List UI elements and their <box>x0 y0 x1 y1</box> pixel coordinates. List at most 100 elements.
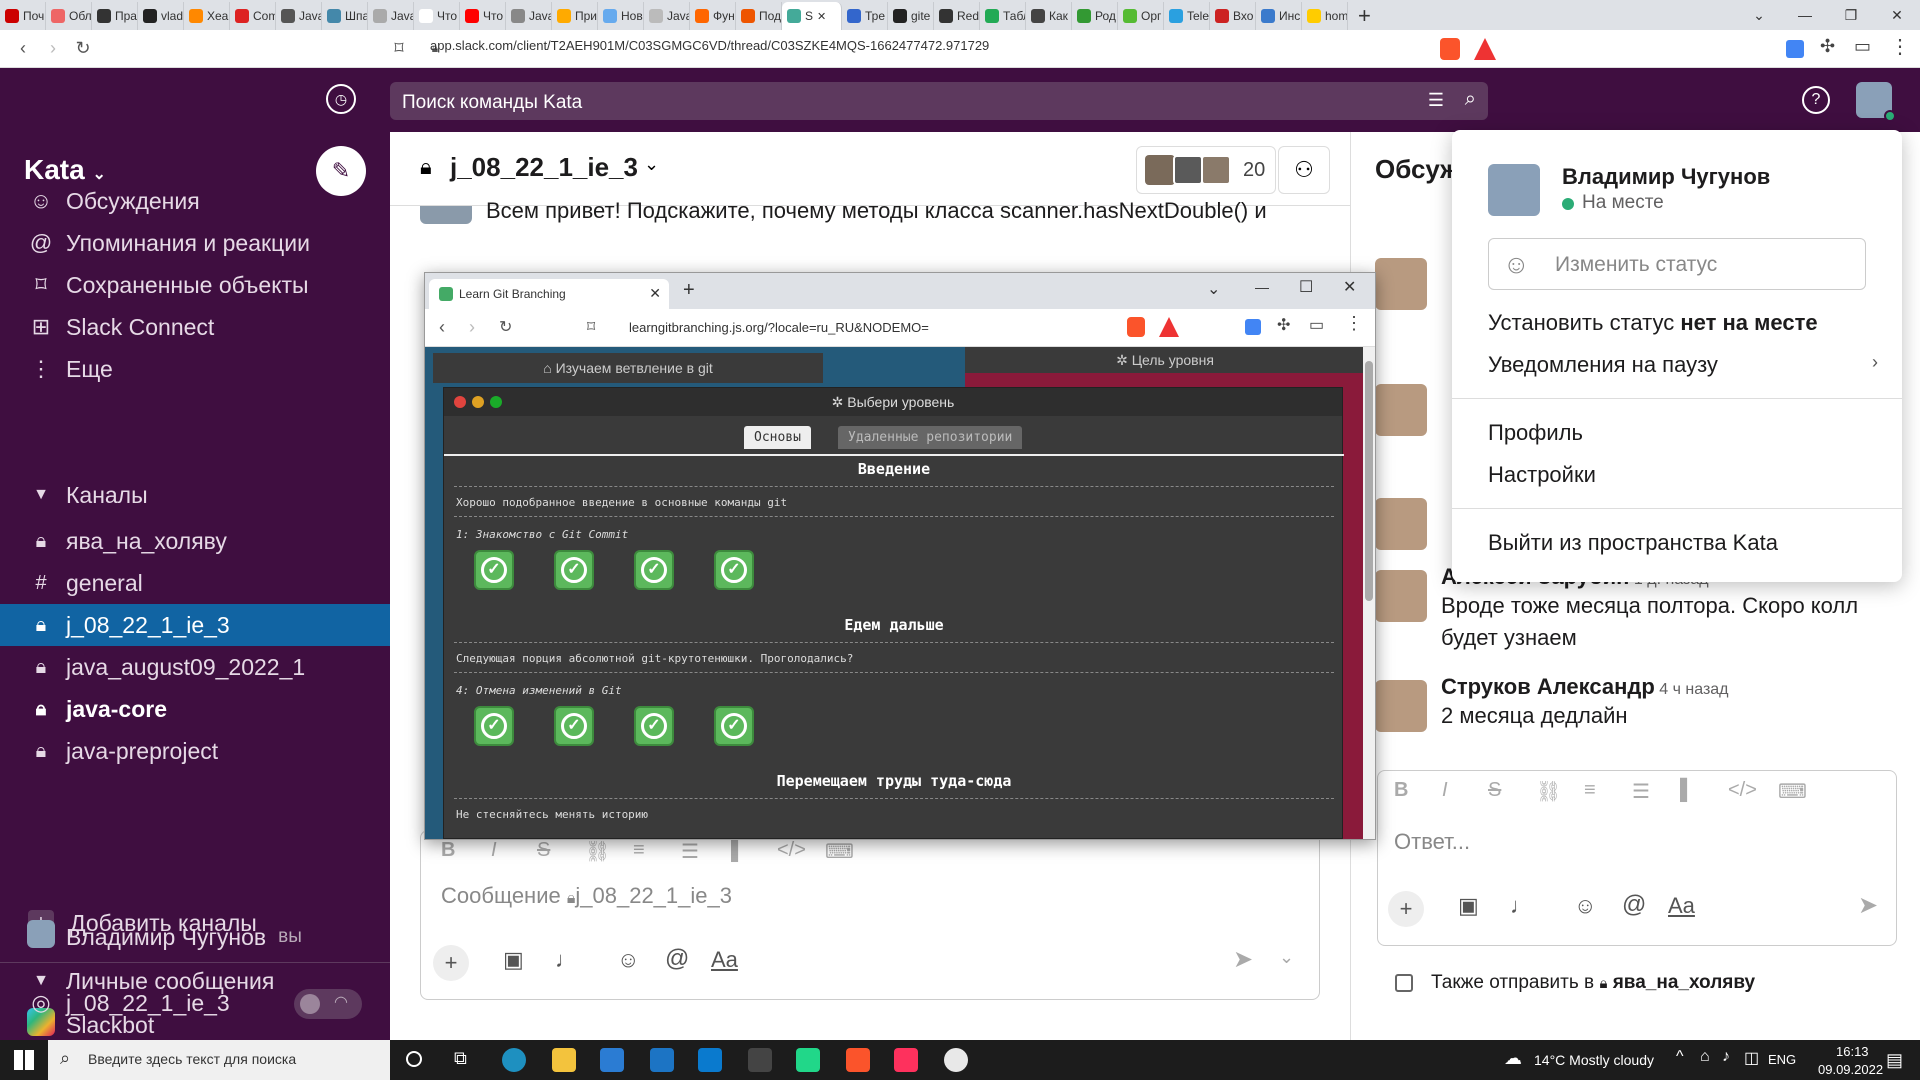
mention-icon[interactable]: @ <box>1622 891 1646 919</box>
tab-list-icon[interactable]: ⌄ <box>1207 279 1220 299</box>
menu-icon[interactable]: ⋮ <box>1345 313 1363 334</box>
weather-text[interactable]: 14°C Mostly cloudy <box>1534 1052 1654 1068</box>
translate-icon[interactable] <box>1786 40 1804 58</box>
level-complete-button[interactable]: ✓ <box>474 550 514 590</box>
level-complete-button[interactable]: ✓ <box>554 550 594 590</box>
settings-item[interactable]: Настройки <box>1488 462 1596 488</box>
level-complete-button[interactable]: ✓ <box>634 550 674 590</box>
vscode-icon[interactable] <box>698 1048 722 1072</box>
browser-tab[interactable]: gite <box>888 2 934 30</box>
store-icon[interactable] <box>600 1048 624 1072</box>
browser-tab[interactable]: Под <box>736 2 782 30</box>
maximize-button[interactable]: ❐ <box>1828 0 1874 30</box>
sidebar-channel[interactable]: 🔒︎ java_august09_2022_1 <box>0 646 390 688</box>
tab-basics[interactable]: Основы <box>744 426 811 449</box>
new-tab-button[interactable]: + <box>683 279 695 302</box>
browser-tab[interactable]: Тре <box>842 2 888 30</box>
emoji-icon[interactable]: ☺ <box>617 947 639 973</box>
strike-icon[interactable]: S <box>537 839 550 862</box>
format-icon[interactable]: Aa <box>1668 893 1695 919</box>
code-block-icon[interactable]: ⌨ <box>1778 779 1807 804</box>
scrollbar-thumb[interactable] <box>1365 361 1373 601</box>
close-tab-icon[interactable]: ✕ <box>817 10 826 23</box>
link-icon[interactable]: ⛓ <box>585 839 610 864</box>
italic-icon[interactable]: I <box>491 839 497 862</box>
emoji-icon[interactable]: ☺ <box>1574 893 1596 919</box>
action-center-icon[interactable]: ▤ <box>1886 1050 1903 1071</box>
taskbar-search[interactable]: ⌕ Введите здесь текст для поиска <box>48 1040 390 1080</box>
chevron-down-icon[interactable]: ⌄ <box>1279 947 1294 968</box>
browser-tab[interactable]: Пра <box>92 2 138 30</box>
maximize-dot[interactable] <box>490 396 502 408</box>
browser-tab[interactable]: Red <box>934 2 980 30</box>
sidebar-channel[interactable]: 🔒︎ ява_на_холяву <box>0 520 390 562</box>
message-time[interactable]: 4 ч назад <box>1659 681 1728 698</box>
huddle-bar[interactable]: ◎ j_08_22_1_ie_3 ◠ <box>0 982 390 1024</box>
sidebar-nav-item[interactable]: ☺ Обсуждения <box>0 180 390 222</box>
browser-tab[interactable]: Шпа <box>322 2 368 30</box>
members-button[interactable]: 20 <box>1136 146 1276 194</box>
browser-tab[interactable]: Что <box>460 2 506 30</box>
tab-remote[interactable]: Удаленные репозитории <box>838 426 1023 449</box>
extensions-icon[interactable]: ✣ <box>1820 36 1835 57</box>
change-status-input[interactable]: ☺ Изменить статус <box>1488 238 1866 290</box>
level-complete-button[interactable]: ✓ <box>554 706 594 746</box>
browser-tab[interactable]: Хеа <box>184 2 230 30</box>
popup-url[interactable]: learngitbranching.js.org/?locale=ru_RU&N… <box>629 320 929 335</box>
close-window-button[interactable]: ✕ <box>1343 277 1356 297</box>
add-member-button[interactable]: ⚇ <box>1278 146 1330 194</box>
pause-notifications-item[interactable]: Уведомления на паузу › <box>1488 352 1878 378</box>
translate-icon[interactable] <box>1245 319 1261 335</box>
notification-center-icon[interactable]: ◫ <box>1744 1048 1759 1068</box>
browser-tab[interactable]: hom <box>1302 2 1348 30</box>
code-icon[interactable]: </> <box>777 839 806 862</box>
browser-tab[interactable]: Фун <box>690 2 736 30</box>
bold-icon[interactable]: B <box>441 839 455 862</box>
browser-tab[interactable]: Инс <box>1256 2 1302 30</box>
signout-item[interactable]: Выйти из пространства Kata <box>1488 530 1778 556</box>
mail-icon[interactable] <box>650 1048 674 1072</box>
browser-tab[interactable]: Нов <box>598 2 644 30</box>
scrollbar-track[interactable] <box>1363 347 1375 839</box>
edge-icon[interactable] <box>502 1048 526 1072</box>
attach-button[interactable]: + <box>1388 891 1424 927</box>
close-dot[interactable] <box>454 396 466 408</box>
bold-icon[interactable]: B <box>1394 779 1408 802</box>
brave-icon[interactable] <box>846 1048 870 1072</box>
sidebar-channel[interactable]: 🔒︎ j_08_22_1_ie_3 <box>0 604 390 646</box>
language-indicator[interactable]: ENG <box>1768 1052 1796 1067</box>
help-icon[interactable]: ? <box>1802 86 1830 114</box>
brave-rewards-icon[interactable] <box>1474 38 1496 60</box>
mention-icon[interactable]: @ <box>665 945 689 973</box>
bookmark-icon[interactable]: ⌑ <box>587 317 595 337</box>
send-icon[interactable]: ➤ <box>1233 945 1253 974</box>
app-icon[interactable] <box>748 1048 772 1072</box>
windows-start-icon[interactable] <box>14 1050 34 1070</box>
sidebar-channel[interactable]: 🔒︎ java-preproject <box>0 730 390 772</box>
intellij-icon[interactable] <box>894 1048 918 1072</box>
level-complete-button[interactable]: ✓ <box>634 706 674 746</box>
browser-tab[interactable]: Java <box>276 2 322 30</box>
format-icon[interactable]: Aa <box>711 947 738 973</box>
close-window-button[interactable]: ✕ <box>1874 0 1920 30</box>
video-icon[interactable]: ▣ <box>503 947 524 973</box>
browser-tab[interactable]: Поч <box>0 2 46 30</box>
browser-tab[interactable]: Java <box>644 2 690 30</box>
dm-self[interactable]: Владимир Чугунов вы <box>0 916 390 958</box>
browser-tab[interactable]: Tele <box>1164 2 1210 30</box>
link-icon[interactable]: ⛓ <box>1536 779 1561 804</box>
brave-shield-icon[interactable] <box>1127 317 1145 337</box>
sidebar-nav-item[interactable]: ⋮ Еще <box>0 348 390 390</box>
browser-tab[interactable]: Java <box>368 2 414 30</box>
minimize-dot[interactable] <box>472 396 484 408</box>
minimize-button[interactable]: — <box>1782 0 1828 30</box>
set-away-item[interactable]: Установить статус нет на месте <box>1488 310 1818 336</box>
volume-icon[interactable]: ♪ <box>1722 1048 1730 1066</box>
sidebar-nav-item[interactable]: ⊞ Slack Connect <box>0 306 390 348</box>
task-view-icon[interactable]: ⧉ <box>454 1048 467 1069</box>
slack-icon[interactable] <box>944 1048 968 1072</box>
browser-tab[interactable]: Орг <box>1118 2 1164 30</box>
search-input[interactable]: Поиск команды Kata ☰ ⌕ <box>390 82 1488 120</box>
reload-icon[interactable]: ↻ <box>499 317 512 337</box>
minimize-button[interactable]: — <box>1255 279 1269 295</box>
